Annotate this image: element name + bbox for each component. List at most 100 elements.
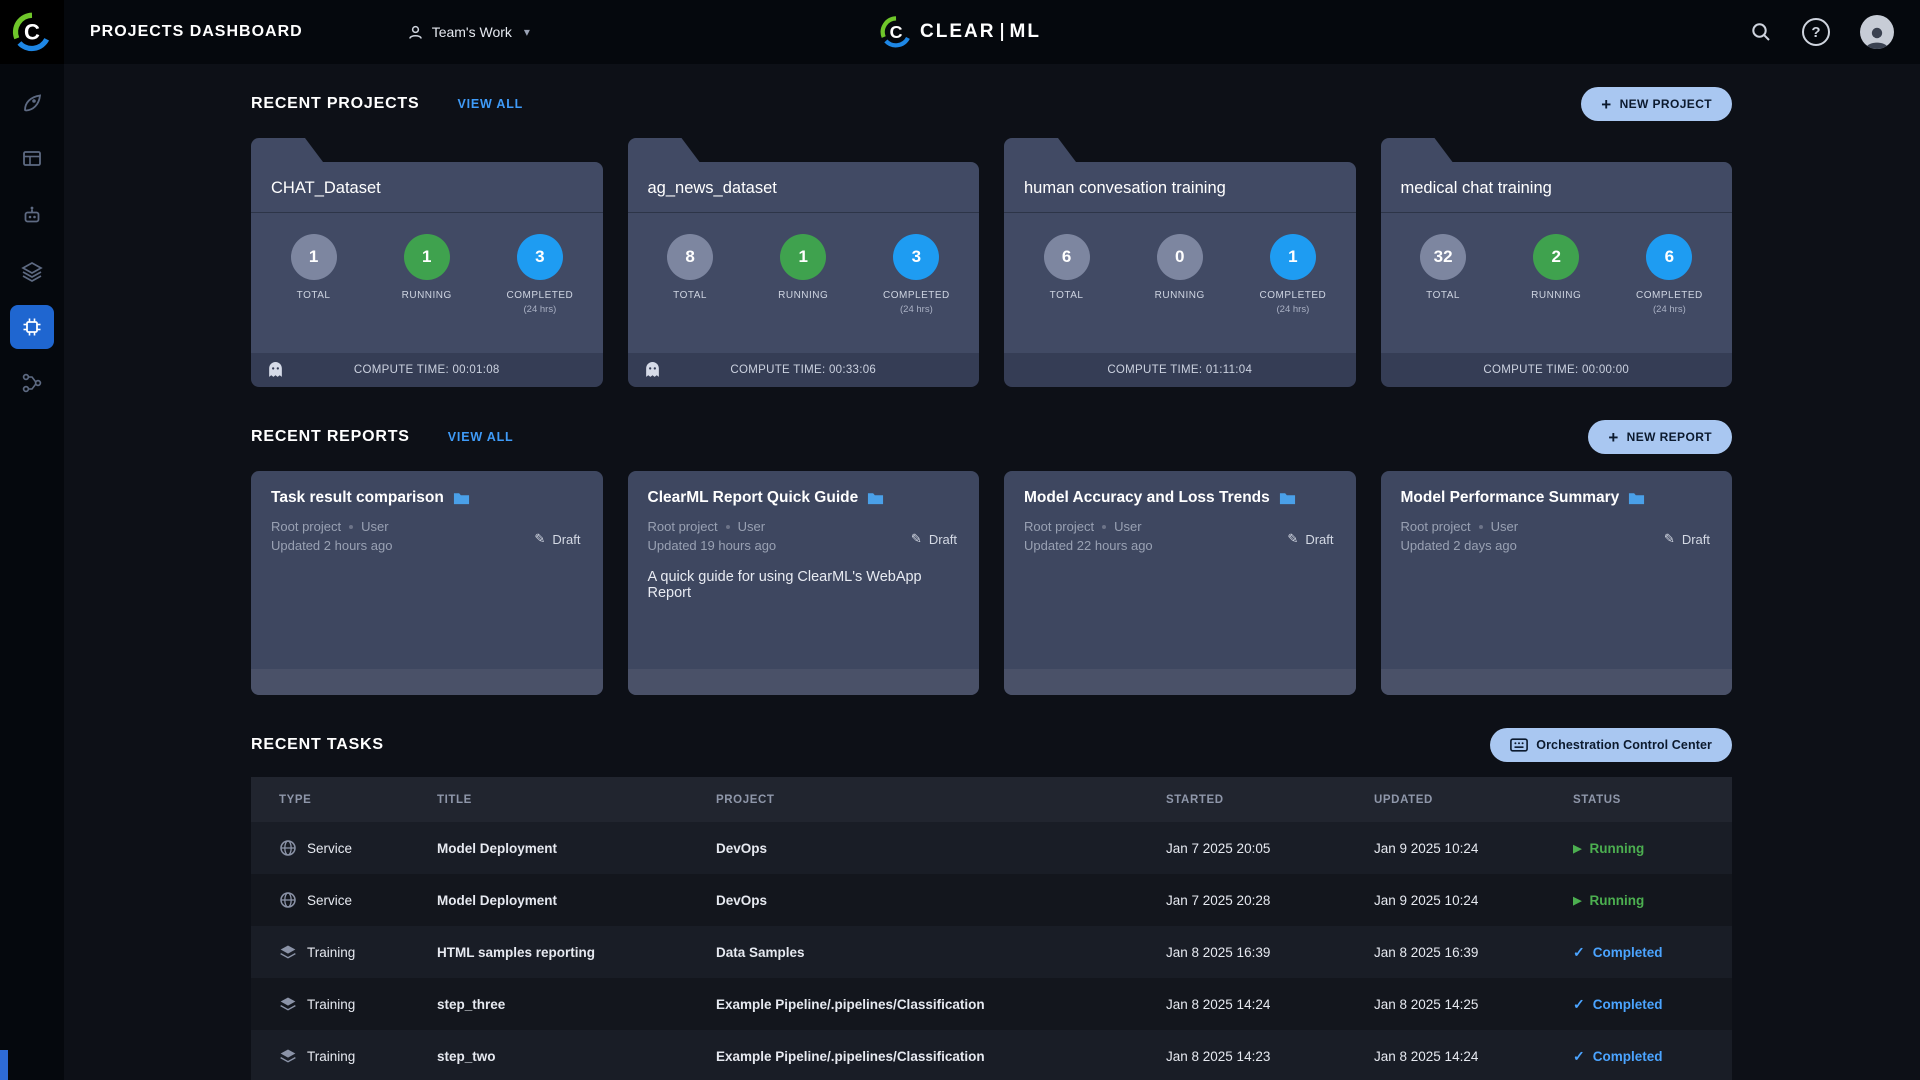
- task-row[interactable]: Service Model Deployment DevOps Jan 7 20…: [251, 874, 1732, 926]
- running-label: RUNNING: [1531, 290, 1582, 301]
- report-project: Root project: [1024, 519, 1095, 534]
- task-title: HTML samples reporting: [437, 944, 596, 960]
- service-globe-icon: [280, 892, 296, 908]
- completed-sub-label: (24 hrs): [523, 304, 557, 315]
- project-card[interactable]: human convesation training 6 TOTAL 0 RUNNI…: [1004, 138, 1356, 387]
- total-count: 32: [1420, 234, 1467, 280]
- nav-item-pipelines[interactable]: [10, 361, 54, 405]
- table-header-row: TYPE TITLE PROJECT STARTED UPDATED STATU…: [251, 777, 1732, 822]
- clearml-logo[interactable]: C: [0, 0, 64, 64]
- ghost-icon: [644, 361, 661, 379]
- reports-view-all-link[interactable]: VIEW ALL: [448, 430, 514, 444]
- column-updated[interactable]: UPDATED: [1374, 794, 1573, 806]
- report-folder-icon: [1629, 492, 1645, 504]
- completed-sub-label: (24 hrs): [900, 304, 933, 315]
- column-status[interactable]: STATUS: [1573, 794, 1732, 806]
- task-row[interactable]: Training step_three Example Pipeline/.pi…: [251, 978, 1732, 1030]
- status-badge: ▶ Running: [1573, 840, 1645, 856]
- nav-item-dashboard[interactable]: [10, 81, 54, 125]
- nav-item-datasets[interactable]: [10, 249, 54, 293]
- task-type: Service: [307, 892, 353, 908]
- task-row[interactable]: Training HTML samples reporting Data Sam…: [251, 926, 1732, 978]
- user-avatar[interactable]: [1860, 15, 1894, 49]
- task-row[interactable]: Training step_two Example Pipeline/.pipe…: [251, 1030, 1732, 1080]
- task-started: Jan 7 2025 20:28: [1166, 892, 1271, 908]
- task-type: Training: [307, 996, 356, 1012]
- task-updated: Jan 8 2025 16:39: [1374, 944, 1479, 960]
- completed-sub-label: (24 hrs): [1653, 304, 1686, 315]
- column-title[interactable]: TITLE: [437, 794, 716, 806]
- total-count: 6: [1043, 234, 1090, 280]
- report-card[interactable]: Model Performance Summary Root project U…: [1380, 471, 1732, 695]
- bullet-separator: [725, 524, 730, 529]
- report-card[interactable]: Task result comparison Root project User…: [251, 471, 603, 695]
- pencil-icon: ✎: [534, 531, 546, 546]
- completed-check-icon: ✓: [1573, 943, 1585, 960]
- task-title: step_two: [437, 1048, 496, 1064]
- task-project: Data Samples: [716, 944, 805, 960]
- search-icon[interactable]: [1750, 21, 1772, 43]
- draft-badge: ✎ Draft: [910, 531, 957, 547]
- new-report-button[interactable]: + NEW REPORT: [1588, 420, 1732, 454]
- brand-clear-text: CLEAR: [920, 21, 996, 42]
- compute-time: COMPUTE TIME: 00:00:00: [1483, 364, 1630, 376]
- compute-time-bar: COMPUTE TIME: 00:00:00: [1380, 353, 1732, 387]
- report-card-footer: [1004, 669, 1356, 695]
- running-play-icon: ▶: [1573, 894, 1582, 907]
- total-label: TOTAL: [296, 290, 331, 301]
- pipelines-flow-icon: [22, 373, 42, 393]
- left-nav: [0, 64, 64, 1080]
- project-card[interactable]: medical chat training 32 TOTAL 2 RUNNING 6…: [1380, 138, 1732, 387]
- projects-view-all-link[interactable]: VIEW ALL: [457, 97, 523, 111]
- column-started[interactable]: STARTED: [1166, 794, 1374, 806]
- bullet-separator: [1478, 524, 1483, 529]
- project-card[interactable]: ag_news_dataset 8 TOTAL 1 RUNNING 3 COMPLET…: [627, 138, 979, 387]
- task-row[interactable]: Service Model Deployment DevOps Jan 7 20…: [251, 822, 1732, 874]
- avatar-person-icon: [1866, 27, 1888, 49]
- compute-time: COMPUTE TIME: 00:33:06: [730, 364, 877, 376]
- nav-item-orchestration[interactable]: [10, 305, 54, 349]
- draft-badge: ✎ Draft: [1663, 531, 1710, 547]
- report-card[interactable]: ClearML Report Quick Guide Root project …: [627, 471, 979, 695]
- report-folder-icon: [868, 492, 884, 504]
- report-card[interactable]: Model Accuracy and Loss Trends Root proj…: [1004, 471, 1356, 695]
- completed-count: 6: [1646, 234, 1693, 280]
- report-card-footer: [251, 669, 603, 695]
- workspace-selector[interactable]: Team's Work ▾: [407, 24, 530, 41]
- column-type[interactable]: TYPE: [279, 794, 437, 806]
- status-badge: ▶ Running: [1573, 892, 1645, 908]
- task-title: Model Deployment: [437, 840, 558, 856]
- orchestration-control-center-button[interactable]: Orchestration Control Center: [1490, 728, 1732, 762]
- plus-icon: +: [1601, 94, 1612, 114]
- draft-badge: ✎ Draft: [534, 531, 581, 547]
- task-updated: Jan 8 2025 14:24: [1374, 1048, 1479, 1064]
- nav-item-workers[interactable]: [10, 193, 54, 237]
- workspace-name: Team's Work: [431, 24, 512, 40]
- project-name: ag_news_dataset: [627, 162, 979, 213]
- brand-logo: C CLEAR ML: [879, 0, 1041, 64]
- status-badge: ✓ Completed: [1573, 1047, 1663, 1064]
- projects-board-icon: [23, 151, 41, 166]
- folder-tab: [251, 138, 323, 162]
- task-started: Jan 8 2025 14:23: [1166, 1048, 1271, 1064]
- nav-item-projects[interactable]: [10, 137, 54, 181]
- report-title: Model Performance Summary: [1400, 489, 1620, 506]
- brand-ml-text: ML: [1009, 21, 1041, 42]
- top-bar: C PROJECTS DASHBOARD Team's Work ▾ C CLE…: [0, 0, 1920, 64]
- brand-c-icon: C: [880, 16, 910, 48]
- help-icon[interactable]: ?: [1802, 18, 1830, 46]
- new-project-button[interactable]: + NEW PROJECT: [1581, 87, 1732, 121]
- completed-check-icon: ✓: [1573, 995, 1585, 1012]
- service-globe-icon: [280, 840, 296, 856]
- user-icon: [408, 25, 422, 39]
- project-card[interactable]: CHAT_Dataset 1 TOTAL 1 RUNNING 3 COMPLETED (…: [251, 138, 603, 387]
- report-card-footer: [1380, 669, 1732, 695]
- running-label: RUNNING: [401, 290, 452, 301]
- main-content: RECENT PROJECTS VIEW ALL + NEW PROJECT C…: [64, 0, 1920, 1080]
- completed-label: COMPLETED: [1636, 290, 1703, 301]
- column-project[interactable]: PROJECT: [716, 794, 1166, 806]
- report-project: Root project: [271, 519, 342, 534]
- task-title: step_three: [437, 996, 506, 1012]
- compute-time: COMPUTE TIME: 01:11:04: [1107, 364, 1253, 376]
- report-project: Root project: [647, 519, 718, 534]
